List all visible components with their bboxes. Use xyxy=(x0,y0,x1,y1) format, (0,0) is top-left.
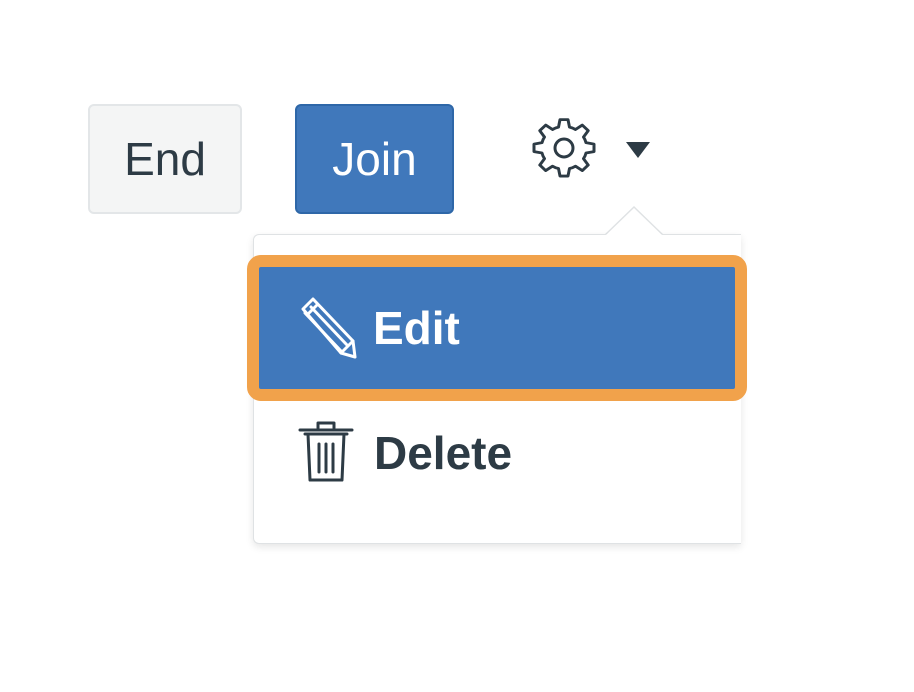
settings-menu-trigger[interactable] xyxy=(528,114,668,190)
trash-icon xyxy=(298,421,354,482)
menu-item-label: Edit xyxy=(373,302,460,354)
gear-icon xyxy=(532,118,596,178)
menu-item-delete[interactable]: Delete xyxy=(256,404,736,504)
pencil-icon xyxy=(301,297,357,359)
stage: End Join Edit Delete xyxy=(0,0,914,692)
join-button[interactable]: Join xyxy=(295,104,454,214)
end-button[interactable]: End xyxy=(88,104,242,214)
menu-item-label: Delete xyxy=(374,427,513,479)
menu-pointer-fill xyxy=(606,208,662,235)
caret-down-icon[interactable] xyxy=(626,142,650,158)
menu-item-edit[interactable]: Edit xyxy=(259,267,735,389)
